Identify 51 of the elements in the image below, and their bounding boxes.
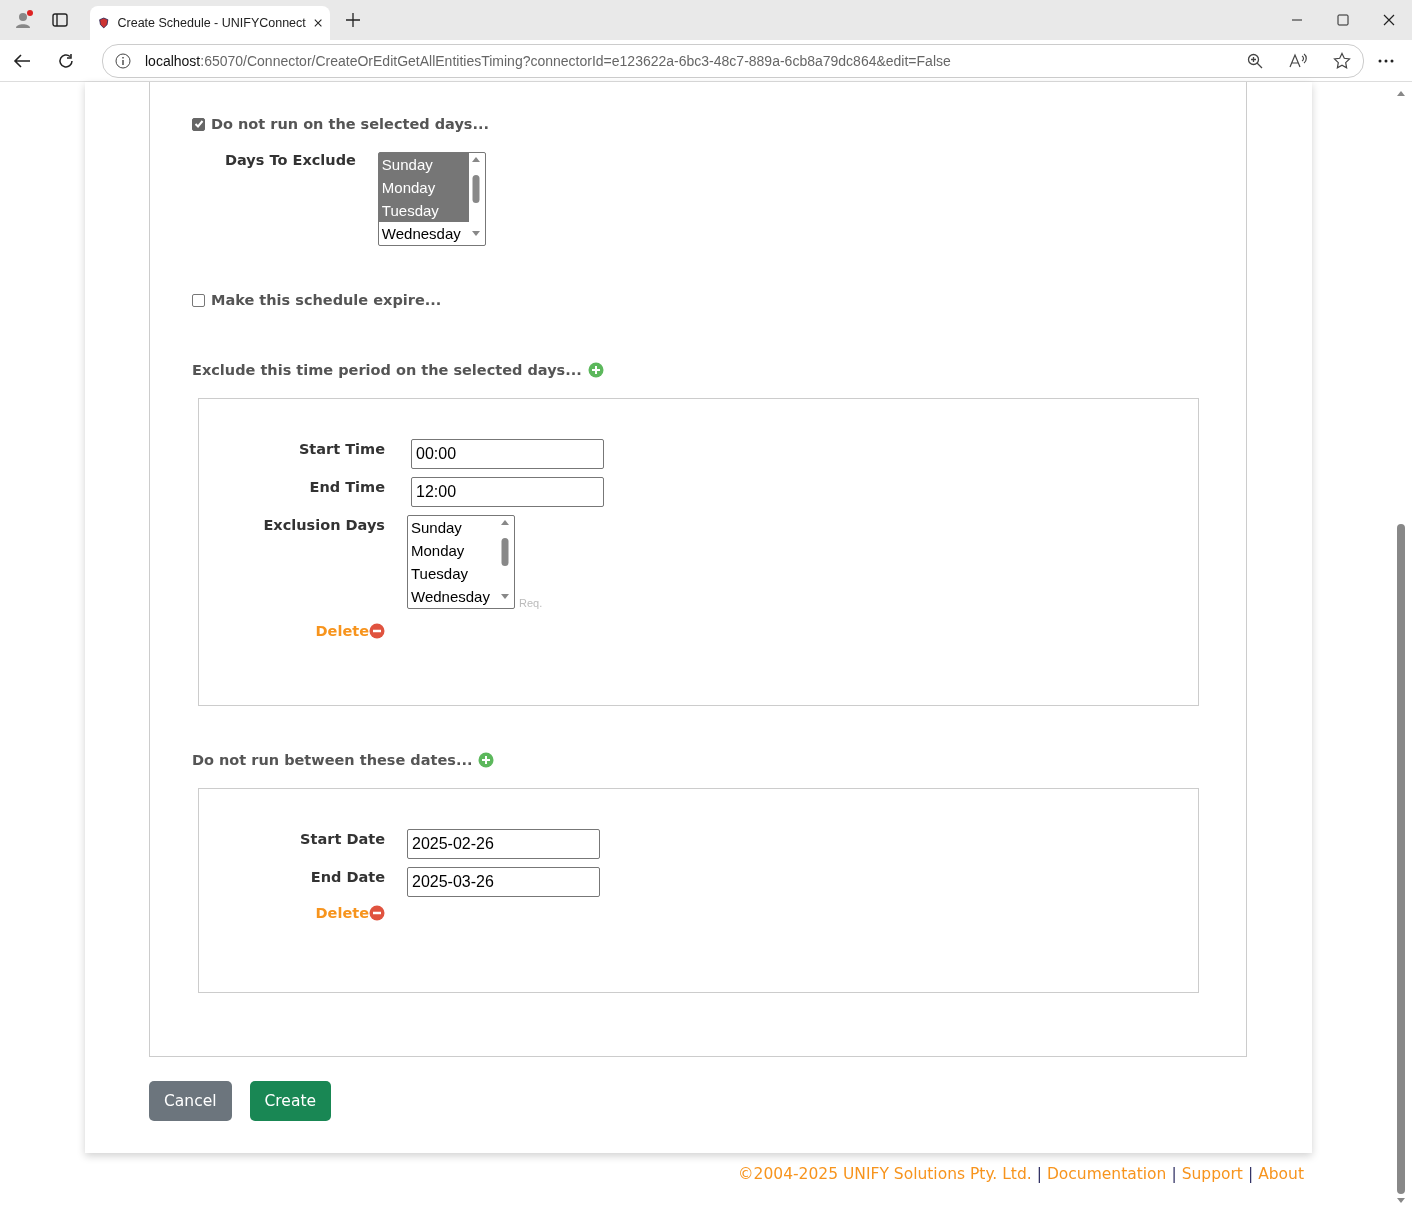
zoom-icon[interactable] bbox=[1247, 52, 1263, 69]
remove-icon[interactable] bbox=[369, 905, 385, 921]
field-label: End Date bbox=[309, 868, 385, 885]
read-aloud-icon[interactable] bbox=[1289, 52, 1307, 69]
required-hint: Req. bbox=[519, 597, 543, 609]
close-icon[interactable] bbox=[313, 18, 322, 28]
remove-icon[interactable] bbox=[369, 623, 385, 639]
time-field[interactable]: 12:00 bbox=[411, 477, 604, 507]
time-field[interactable]: 00:00 bbox=[411, 439, 604, 469]
field-label: Start Time bbox=[297, 440, 385, 457]
list-option[interactable]: Monday bbox=[378, 176, 469, 199]
checkbox[interactable] bbox=[192, 117, 205, 131]
info-icon[interactable] bbox=[115, 52, 131, 69]
checkbox[interactable] bbox=[192, 293, 205, 307]
footer-separator: | bbox=[1171, 1165, 1177, 1183]
list-option[interactable]: Tuesday bbox=[408, 562, 498, 585]
list-option[interactable]: Sunday bbox=[378, 153, 469, 176]
list-option[interactable]: Monday bbox=[408, 539, 498, 562]
create-button[interactable]: Create bbox=[249, 1081, 332, 1121]
more-icon[interactable] bbox=[1378, 58, 1394, 63]
browser-tab[interactable]: Create Schedule - UNIFYConnect bbox=[90, 6, 330, 40]
list-option[interactable]: Tuesday bbox=[378, 199, 469, 222]
date-field[interactable]: 2025-02-26 bbox=[407, 829, 600, 859]
list-option[interactable]: Sunday bbox=[408, 516, 498, 539]
reload-icon[interactable] bbox=[58, 52, 74, 69]
date-field[interactable]: 2025-03-26 bbox=[407, 867, 600, 897]
cancel-button[interactable]: Cancel bbox=[149, 1081, 232, 1121]
close-icon[interactable] bbox=[1383, 14, 1395, 26]
tabs-icon[interactable] bbox=[52, 12, 68, 28]
star-icon[interactable] bbox=[1333, 51, 1351, 70]
field-label: Days To Exclude bbox=[225, 152, 356, 168]
field-label: Start Date bbox=[299, 830, 385, 847]
address-bar[interactable]: localhost:65070/Connector/CreateOrEditGetAllEntitiesTiming?connectorId=e123622a-6bc3-48c7-889a-6cb8a79dc864&edit=False bbox=[102, 43, 1364, 78]
listbox[interactable]: Sunday Monday Tuesday Wednesday bbox=[407, 515, 515, 609]
list-option[interactable]: Wednesday bbox=[408, 585, 498, 608]
back-icon[interactable] bbox=[13, 52, 31, 69]
field-label: End Time bbox=[308, 478, 385, 495]
plus-icon[interactable] bbox=[346, 13, 360, 27]
copyright-text: ©2004-2025 UNIFY Solutions Pty. Ltd. bbox=[738, 1165, 1032, 1183]
section-heading: Exclude this time period on the selected days... bbox=[192, 362, 582, 378]
list-option[interactable]: Wednesday bbox=[378, 222, 469, 245]
section-heading: Do not run between these dates... bbox=[192, 752, 473, 768]
footer-separator: | bbox=[1036, 1165, 1042, 1183]
shield-icon bbox=[98, 16, 110, 30]
checkbox-label[interactable]: Make this schedule expire... bbox=[211, 292, 442, 308]
field-label: Exclusion Days bbox=[262, 516, 385, 533]
footer-separator: | bbox=[1247, 1165, 1254, 1183]
maximize-icon[interactable] bbox=[1337, 14, 1349, 26]
profile-icon[interactable] bbox=[14, 10, 34, 30]
checkbox-label[interactable]: Do not run on the selected days... bbox=[211, 116, 489, 132]
listbox[interactable]: Sunday Monday Tuesday Wednesday bbox=[377, 152, 486, 246]
